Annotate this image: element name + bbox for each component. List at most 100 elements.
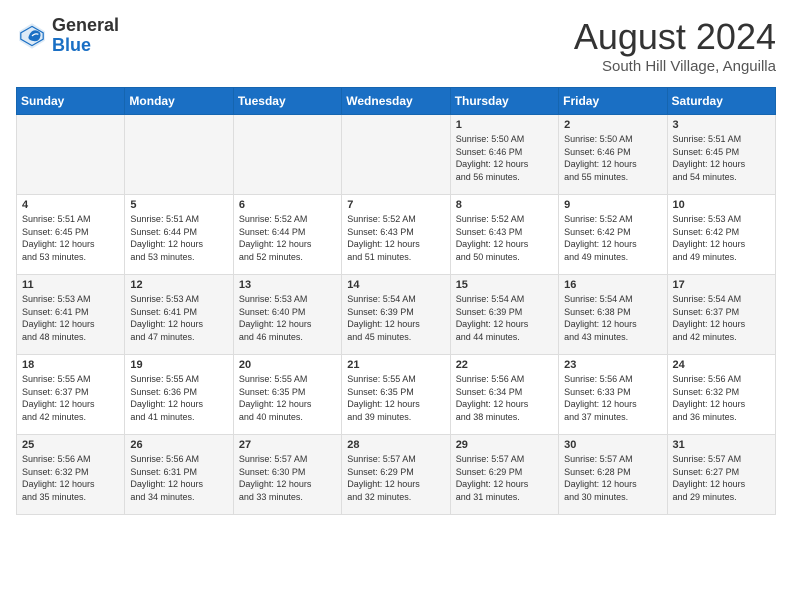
title-block: August 2024 South Hill Village, Anguilla [574,16,776,75]
day-info: Sunrise: 5:57 AM Sunset: 6:30 PM Dayligh… [239,453,336,503]
calendar-day-cell: 17 Sunrise: 5:54 AM Sunset: 6:37 PM Dayli… [667,275,775,355]
calendar-day-cell: 3 Sunrise: 5:51 AM Sunset: 6:45 PM Daylig… [667,115,775,195]
day-info: Sunrise: 5:53 AM Sunset: 6:42 PM Dayligh… [673,213,770,263]
day-number: 11 [22,279,119,291]
calendar-day-cell: 25 Sunrise: 5:56 AM Sunset: 6:32 PM Dayli… [17,435,125,515]
day-number: 26 [130,439,227,451]
day-info: Sunrise: 5:56 AM Sunset: 6:32 PM Dayligh… [673,373,770,423]
day-info: Sunrise: 5:56 AM Sunset: 6:33 PM Dayligh… [564,373,661,423]
day-info: Sunrise: 5:57 AM Sunset: 6:28 PM Dayligh… [564,453,661,503]
day-number: 17 [673,279,770,291]
calendar-day-cell: 23 Sunrise: 5:56 AM Sunset: 6:33 PM Dayli… [559,355,667,435]
calendar-day-cell: 24Sunrise: 5:56 AM Sunset: 6:32 PM Dayli… [667,355,775,435]
day-info: Sunrise: 5:50 AM Sunset: 6:46 PM Dayligh… [564,133,661,183]
day-number: 20 [239,359,336,371]
calendar-day-cell: 2Sunrise: 5:50 AM Sunset: 6:46 PM Daylig… [559,115,667,195]
day-number: 28 [347,439,444,451]
calendar-week-row: 18Sunrise: 5:55 AM Sunset: 6:37 PM Dayli… [17,355,776,435]
calendar-day-cell: 20 Sunrise: 5:55 AM Sunset: 6:35 PM Dayli… [233,355,341,435]
calendar-day-cell: 18Sunrise: 5:55 AM Sunset: 6:37 PM Dayli… [17,355,125,435]
calendar-day-cell: 21Sunrise: 5:55 AM Sunset: 6:35 PM Dayli… [342,355,450,435]
day-info: Sunrise: 5:52 AM Sunset: 6:44 PM Dayligh… [239,213,336,263]
calendar-day-cell: 13 Sunrise: 5:53 AM Sunset: 6:40 PM Dayli… [233,275,341,355]
month-year-title: August 2024 [574,16,776,58]
calendar-day-cell [233,115,341,195]
day-of-week-header: Monday [125,88,233,115]
day-info: Sunrise: 5:54 AM Sunset: 6:37 PM Dayligh… [673,293,770,343]
day-number: 6 [239,199,336,211]
day-number: 13 [239,279,336,291]
calendar-day-cell: 16 Sunrise: 5:54 AM Sunset: 6:38 PM Dayli… [559,275,667,355]
day-of-week-header: Friday [559,88,667,115]
day-info: Sunrise: 5:57 AM Sunset: 6:29 PM Dayligh… [456,453,553,503]
calendar-day-cell: 31 Sunrise: 5:57 AM Sunset: 6:27 PM Dayli… [667,435,775,515]
location-subtitle: South Hill Village, Anguilla [574,58,776,75]
day-number: 10 [673,199,770,211]
calendar-day-cell: 22Sunrise: 5:56 AM Sunset: 6:34 PM Dayli… [450,355,558,435]
day-number: 14 [347,279,444,291]
day-number: 7 [347,199,444,211]
day-info: Sunrise: 5:56 AM Sunset: 6:31 PM Dayligh… [130,453,227,503]
day-of-week-header: Wednesday [342,88,450,115]
day-number: 25 [22,439,119,451]
calendar-day-cell: 7Sunrise: 5:52 AM Sunset: 6:43 PM Daylig… [342,195,450,275]
calendar-day-cell [125,115,233,195]
calendar-day-cell: 1 Sunrise: 5:50 AM Sunset: 6:46 PM Daylig… [450,115,558,195]
day-info: Sunrise: 5:50 AM Sunset: 6:46 PM Dayligh… [456,133,553,183]
day-info: Sunrise: 5:57 AM Sunset: 6:29 PM Dayligh… [347,453,444,503]
calendar-table: SundayMondayTuesdayWednesdayThursdayFrid… [16,87,776,515]
day-number: 1 [456,119,553,131]
day-info: Sunrise: 5:53 AM Sunset: 6:40 PM Dayligh… [239,293,336,343]
logo-text: General Blue [52,16,119,56]
day-number: 23 [564,359,661,371]
day-number: 29 [456,439,553,451]
logo: General Blue [16,16,119,56]
calendar-day-cell: 5 Sunrise: 5:51 AM Sunset: 6:44 PM Daylig… [125,195,233,275]
day-info: Sunrise: 5:54 AM Sunset: 6:38 PM Dayligh… [564,293,661,343]
day-of-week-header: Thursday [450,88,558,115]
calendar-day-cell: 10 Sunrise: 5:53 AM Sunset: 6:42 PM Dayli… [667,195,775,275]
day-number: 9 [564,199,661,211]
day-number: 31 [673,439,770,451]
day-number: 5 [130,199,227,211]
day-info: Sunrise: 5:57 AM Sunset: 6:27 PM Dayligh… [673,453,770,503]
day-info: Sunrise: 5:51 AM Sunset: 6:45 PM Dayligh… [22,213,119,263]
day-number: 3 [673,119,770,131]
day-of-week-header: Tuesday [233,88,341,115]
calendar-day-cell: 15Sunrise: 5:54 AM Sunset: 6:39 PM Dayli… [450,275,558,355]
calendar-day-cell: 8Sunrise: 5:52 AM Sunset: 6:43 PM Daylig… [450,195,558,275]
day-number: 4 [22,199,119,211]
page-header: General Blue August 2024 South Hill Vill… [16,16,776,75]
logo-icon [16,20,48,52]
calendar-week-row: 4 Sunrise: 5:51 AM Sunset: 6:45 PM Daylig… [17,195,776,275]
day-number: 27 [239,439,336,451]
day-info: Sunrise: 5:56 AM Sunset: 6:34 PM Dayligh… [456,373,553,423]
calendar-day-cell: 11 Sunrise: 5:53 AM Sunset: 6:41 PM Dayli… [17,275,125,355]
day-of-week-header: Sunday [17,88,125,115]
calendar-week-row: 25 Sunrise: 5:56 AM Sunset: 6:32 PM Dayli… [17,435,776,515]
calendar-day-cell: 6 Sunrise: 5:52 AM Sunset: 6:44 PM Daylig… [233,195,341,275]
day-number: 16 [564,279,661,291]
calendar-day-cell: 14 Sunrise: 5:54 AM Sunset: 6:39 PM Dayli… [342,275,450,355]
day-number: 15 [456,279,553,291]
calendar-week-row: 11 Sunrise: 5:53 AM Sunset: 6:41 PM Dayli… [17,275,776,355]
day-number: 30 [564,439,661,451]
day-info: Sunrise: 5:51 AM Sunset: 6:45 PM Dayligh… [673,133,770,183]
calendar-week-row: 1 Sunrise: 5:50 AM Sunset: 6:46 PM Daylig… [17,115,776,195]
day-number: 8 [456,199,553,211]
calendar-day-cell: 26 Sunrise: 5:56 AM Sunset: 6:31 PM Dayli… [125,435,233,515]
calendar-day-cell: 30 Sunrise: 5:57 AM Sunset: 6:28 PM Dayli… [559,435,667,515]
calendar-day-cell: 19Sunrise: 5:55 AM Sunset: 6:36 PM Dayli… [125,355,233,435]
day-info: Sunrise: 5:53 AM Sunset: 6:41 PM Dayligh… [130,293,227,343]
day-info: Sunrise: 5:55 AM Sunset: 6:35 PM Dayligh… [239,373,336,423]
calendar-day-cell: 12Sunrise: 5:53 AM Sunset: 6:41 PM Dayli… [125,275,233,355]
day-number: 19 [130,359,227,371]
day-info: Sunrise: 5:53 AM Sunset: 6:41 PM Dayligh… [22,293,119,343]
calendar-day-cell [342,115,450,195]
day-info: Sunrise: 5:56 AM Sunset: 6:32 PM Dayligh… [22,453,119,503]
calendar-day-cell [17,115,125,195]
day-info: Sunrise: 5:51 AM Sunset: 6:44 PM Dayligh… [130,213,227,263]
calendar-day-cell: 29 Sunrise: 5:57 AM Sunset: 6:29 PM Dayli… [450,435,558,515]
logo-general: General [52,15,119,35]
day-info: Sunrise: 5:54 AM Sunset: 6:39 PM Dayligh… [347,293,444,343]
